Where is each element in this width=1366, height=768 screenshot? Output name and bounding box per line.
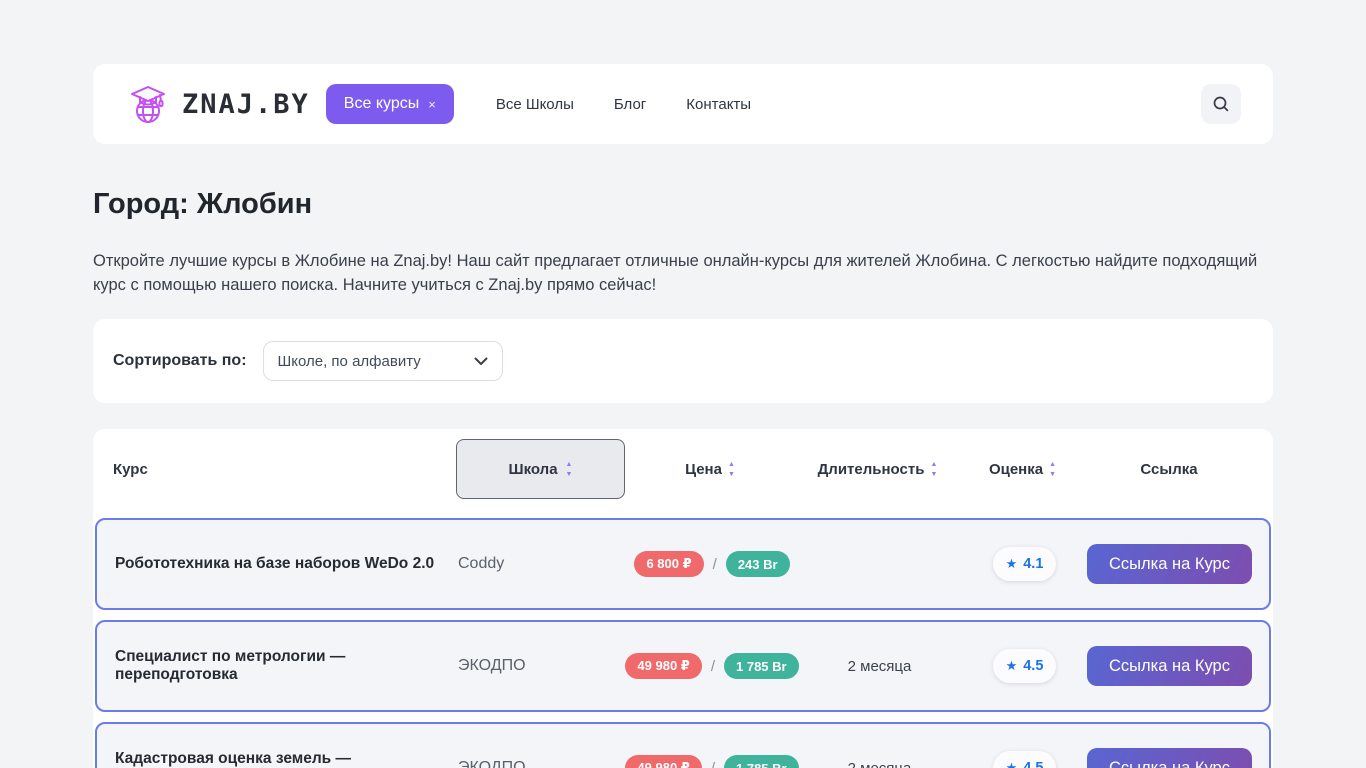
course-title: Робототехника на базе наборов WeDo 2.0 [115, 555, 458, 573]
logo[interactable]: ZNAJ.BY [130, 83, 310, 125]
search-icon [1211, 94, 1231, 114]
rating-value: 4.5 [1023, 760, 1043, 768]
sort-select-value: Школе, по алфавиту [278, 353, 421, 370]
nav-contacts[interactable]: Контакты [686, 96, 751, 113]
sort-up-icon: ▲ [566, 461, 573, 468]
search-button[interactable] [1201, 84, 1241, 124]
course-school: Coddy [458, 555, 627, 573]
course-school: ЭКОДПО [458, 657, 627, 675]
main-nav: Все Школы Блог Контакты [496, 96, 751, 113]
star-icon: ★ [1006, 556, 1018, 572]
price-separator: / [711, 658, 715, 675]
price-rub-badge: 49 980 ₽ [625, 755, 701, 768]
price-rub-badge: 49 980 ₽ [625, 653, 701, 679]
sort-down-icon: ▼ [728, 471, 735, 478]
sort-select[interactable]: Школе, по алфавиту [263, 341, 503, 381]
course-duration: 2 месяца [797, 658, 962, 675]
graduation-cap-globe-icon [130, 83, 168, 125]
page-title: Город: Жлобин [93, 188, 1273, 221]
sort-up-icon: ▲ [1049, 461, 1056, 468]
course-price: 49 980 ₽ / 1 785 Br [627, 755, 797, 768]
sort-down-icon: ▼ [930, 471, 937, 478]
price-byn-badge: 1 785 Br [724, 653, 799, 679]
sort-arrows-icon: ▲ ▼ [930, 461, 937, 478]
all-courses-label: Все курсы [344, 95, 419, 113]
sort-bar: Сортировать по: Школе, по алфавиту [93, 319, 1273, 403]
sort-down-icon: ▼ [566, 471, 573, 478]
column-header-link: Ссылка [1085, 461, 1253, 478]
course-row: Кадастровая оценка земель — переподготов… [95, 722, 1271, 768]
course-school: ЭКОДПО [458, 759, 627, 768]
close-icon[interactable]: × [428, 97, 436, 112]
sort-up-icon: ▲ [728, 461, 735, 468]
price-separator: / [713, 556, 717, 573]
sort-up-icon: ▲ [930, 461, 937, 468]
star-icon: ★ [1006, 658, 1018, 674]
header: ZNAJ.BY Все курсы × Все Школы Блог Конта… [93, 64, 1273, 144]
rating-value: 4.1 [1023, 556, 1043, 572]
table-header-row: Курс Школа ▲ ▼ Цена ▲ ▼ Длительность [95, 429, 1271, 509]
all-courses-button[interactable]: Все курсы × [326, 84, 454, 124]
logo-text: ZNAJ.BY [182, 89, 310, 120]
sort-arrows-icon: ▲ ▼ [1049, 461, 1056, 478]
column-header-course: Курс [113, 461, 456, 478]
course-rating: ★ 4.1 [962, 547, 1087, 581]
column-header-price[interactable]: Цена ▲ ▼ [625, 461, 795, 478]
column-header-rating[interactable]: Оценка ▲ ▼ [960, 461, 1085, 478]
course-price: 49 980 ₽ / 1 785 Br [627, 653, 797, 679]
page-container: ZNAJ.BY Все курсы × Все Школы Блог Конта… [93, 64, 1273, 768]
rating-badge: ★ 4.5 [993, 751, 1057, 768]
course-title: Специалист по метрологии — переподготовк… [115, 648, 458, 684]
price-byn-badge: 243 Br [726, 551, 790, 577]
courses-table: Курс Школа ▲ ▼ Цена ▲ ▼ Длительность [93, 429, 1273, 768]
chevron-down-icon [474, 357, 488, 366]
column-header-school[interactable]: Школа ▲ ▼ [456, 439, 625, 499]
course-link-button[interactable]: Ссылка на Курс [1087, 646, 1252, 686]
course-link-button[interactable]: Ссылка на Курс [1087, 544, 1252, 584]
sort-arrows-icon: ▲ ▼ [728, 461, 735, 478]
course-rating: ★ 4.5 [962, 751, 1087, 768]
rating-badge: ★ 4.1 [993, 547, 1057, 581]
sort-arrows-icon: ▲ ▼ [566, 461, 573, 478]
nav-all-schools[interactable]: Все Школы [496, 96, 574, 113]
course-duration: 2 месяца [797, 760, 962, 768]
page-description: Откройте лучшие курсы в Жлобине на Znaj.… [93, 249, 1273, 297]
nav-blog[interactable]: Блог [614, 96, 646, 113]
sort-down-icon: ▼ [1049, 471, 1056, 478]
course-title: Кадастровая оценка земель — переподготов… [115, 750, 458, 768]
sort-label: Сортировать по: [113, 352, 247, 370]
price-rub-badge: 6 800 ₽ [634, 551, 703, 577]
course-price: 6 800 ₽ / 243 Br [627, 551, 797, 577]
rating-value: 4.5 [1023, 658, 1043, 674]
course-row: Робототехника на базе наборов WeDo 2.0 C… [95, 518, 1271, 610]
course-row: Специалист по метрологии — переподготовк… [95, 620, 1271, 712]
star-icon: ★ [1006, 760, 1018, 768]
course-link-button[interactable]: Ссылка на Курс [1087, 748, 1252, 768]
price-separator: / [711, 760, 715, 768]
rating-badge: ★ 4.5 [993, 649, 1057, 683]
column-header-duration[interactable]: Длительность ▲ ▼ [795, 461, 960, 478]
course-rating: ★ 4.5 [962, 649, 1087, 683]
price-byn-badge: 1 785 Br [724, 755, 799, 768]
